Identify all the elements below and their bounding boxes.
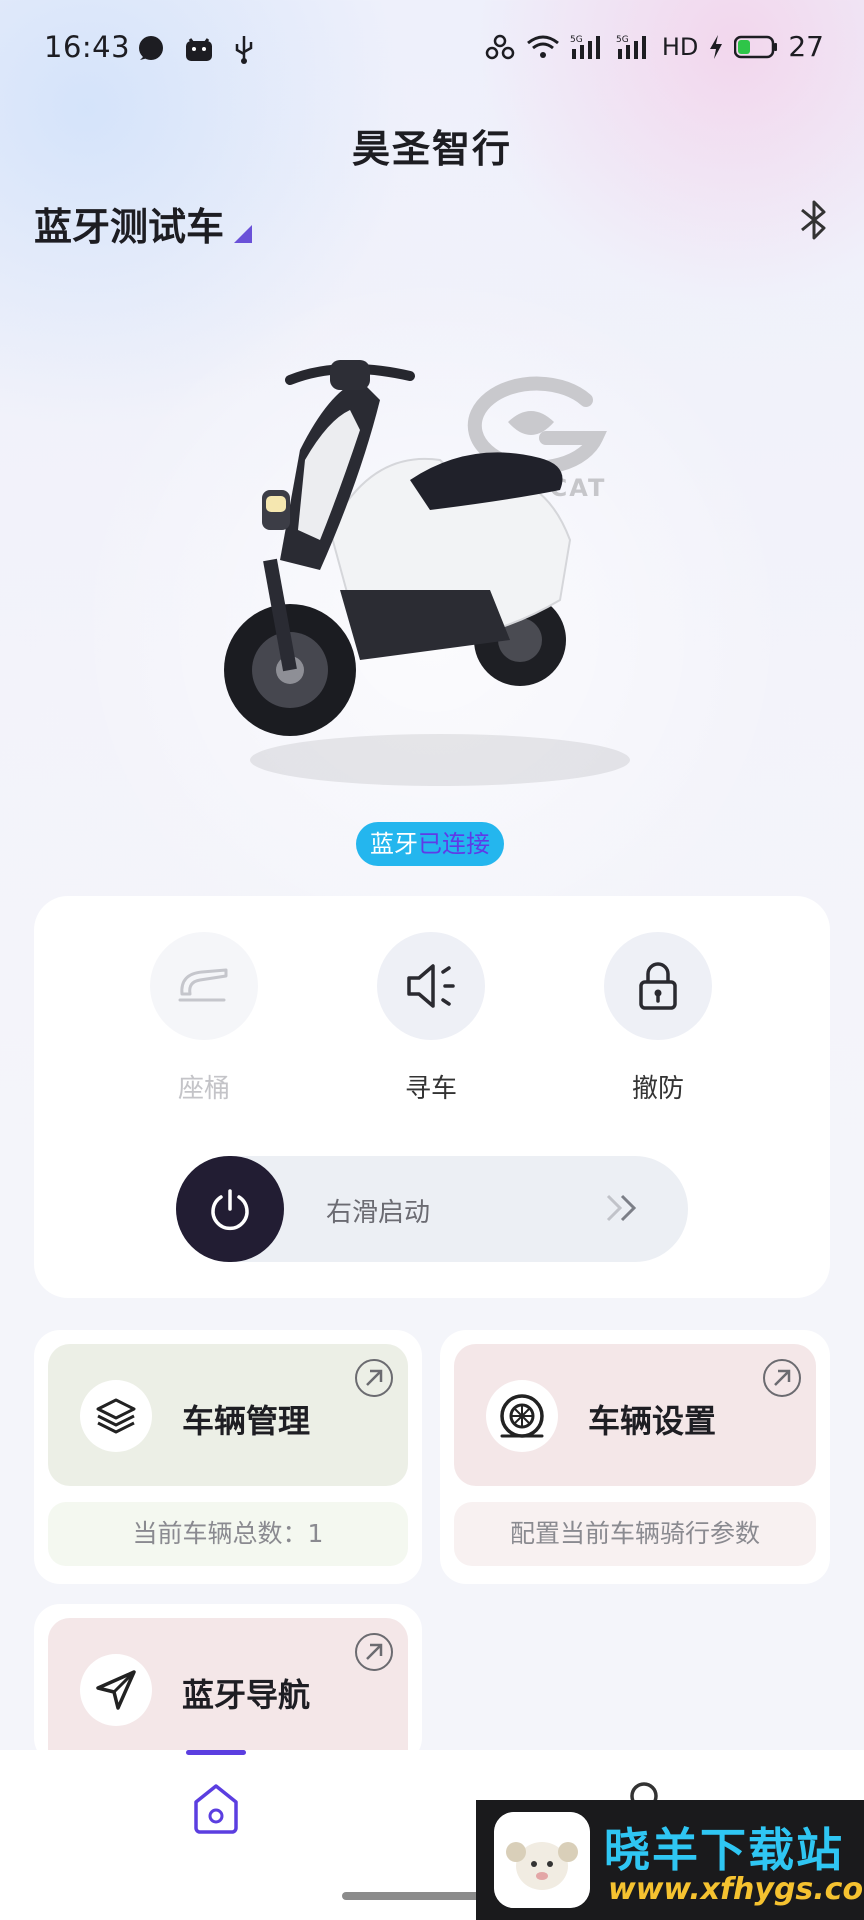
- watermark-title: 晓羊下载站: [604, 1823, 844, 1877]
- bluetooth-icon[interactable]: [794, 198, 834, 242]
- seat-icon: [178, 968, 228, 1002]
- arrow-up-right-icon: [355, 1359, 393, 1397]
- vehicle-settings-text: 配置当前车辆骑行参数: [454, 1502, 816, 1566]
- find-car-control[interactable]: 寻车: [376, 932, 486, 1105]
- status-time: 16:43: [44, 30, 131, 64]
- double-chevron-right-icon: [606, 1194, 637, 1222]
- usb-icon: [235, 36, 253, 64]
- vehicle-settings-icon-wrap: [486, 1380, 558, 1452]
- disarm-control[interactable]: 撤防: [603, 932, 713, 1105]
- lock-icon: [639, 962, 677, 1010]
- seat-control[interactable]: 座桶: [149, 932, 259, 1105]
- signal-5g-icon: 5G: [616, 35, 646, 59]
- battery-level: 27: [788, 30, 824, 63]
- vehicle-settings-section: 车辆设置 配置当前车辆骑行参数: [440, 1330, 830, 1584]
- notification-icons: [136, 34, 256, 64]
- wifi-icon: [526, 35, 559, 58]
- disarm-button[interactable]: [604, 932, 712, 1040]
- vehicle-management-card[interactable]: 车辆管理: [48, 1344, 408, 1486]
- find-car-button[interactable]: [377, 932, 485, 1040]
- caret-down-icon: [234, 225, 253, 243]
- chat-bubble-icon: [139, 36, 163, 60]
- find-car-label: 寻车: [404, 1074, 457, 1104]
- battery-icon: [734, 35, 778, 58]
- hotspot-icon: [485, 34, 515, 59]
- bluetooth-navigation-icon-wrap: [80, 1654, 152, 1726]
- vehicle-management-icon-wrap: [80, 1380, 152, 1452]
- arrow-up-right-icon: [763, 1359, 801, 1397]
- connection-status-badge: 蓝牙已连接: [356, 822, 504, 866]
- arrow-up-right-icon: [355, 1633, 393, 1671]
- power-icon: [211, 1189, 249, 1231]
- vehicle-count-text: 当前车辆总数：1: [48, 1502, 408, 1566]
- bluetooth-navigation-card[interactable]: 蓝牙导航: [48, 1618, 408, 1764]
- navigation-icon: [96, 1670, 136, 1710]
- vehicle-settings-card[interactable]: 车辆设置: [454, 1344, 816, 1486]
- vehicle-management-section: 车辆管理 当前车辆总数：1: [34, 1330, 422, 1584]
- layers-icon: [96, 1398, 136, 1434]
- bluetooth-navigation-section: 蓝牙导航: [34, 1604, 422, 1764]
- seat-label: 座桶: [177, 1074, 230, 1104]
- vehicle-selector[interactable]: 蓝牙测试车: [34, 196, 253, 251]
- signal-5g-icon: 5G: [570, 35, 600, 59]
- start-slider-label: 右滑启动: [326, 1198, 431, 1228]
- home-icon[interactable]: [192, 1782, 240, 1834]
- android-icon: [186, 38, 212, 61]
- tire-icon: [500, 1394, 544, 1438]
- charging-icon: [710, 34, 723, 59]
- sheep-logo-icon: [494, 1812, 590, 1908]
- vehicle-settings-title: 车辆设置: [588, 1402, 717, 1440]
- vehicle-name: 蓝牙测试车: [34, 205, 225, 249]
- active-tab-indicator: [186, 1750, 246, 1755]
- system-icons: 5G 5G HD 27: [484, 30, 824, 63]
- start-slider-handle[interactable]: [176, 1156, 284, 1262]
- hd-icon: HD: [661, 32, 699, 61]
- svg-text:5G: 5G: [616, 35, 629, 45]
- start-slider[interactable]: 右滑启动: [176, 1156, 688, 1262]
- bluetooth-navigation-title: 蓝牙导航: [182, 1676, 311, 1714]
- connection-status: 已连接: [418, 830, 490, 858]
- scooter-image: [224, 360, 630, 786]
- vehicle-management-title: 车辆管理: [182, 1402, 311, 1440]
- control-panel: 座桶 寻车 撤防 右滑启动: [34, 896, 830, 1298]
- speaker-icon: [407, 964, 455, 1008]
- disarm-label: 撤防: [631, 1074, 684, 1104]
- app-title: 昊圣智行: [351, 127, 512, 171]
- svg-text:5G: 5G: [570, 35, 583, 45]
- status-bar: 16:43 5G 5G HD 27: [0, 0, 864, 100]
- seat-button[interactable]: [150, 932, 258, 1040]
- download-site-watermark: 晓羊下载站 www.xfhygs.com: [476, 1800, 864, 1920]
- connection-prefix: 蓝牙: [370, 830, 418, 858]
- watermark-url: www.xfhygs.com: [608, 1872, 864, 1907]
